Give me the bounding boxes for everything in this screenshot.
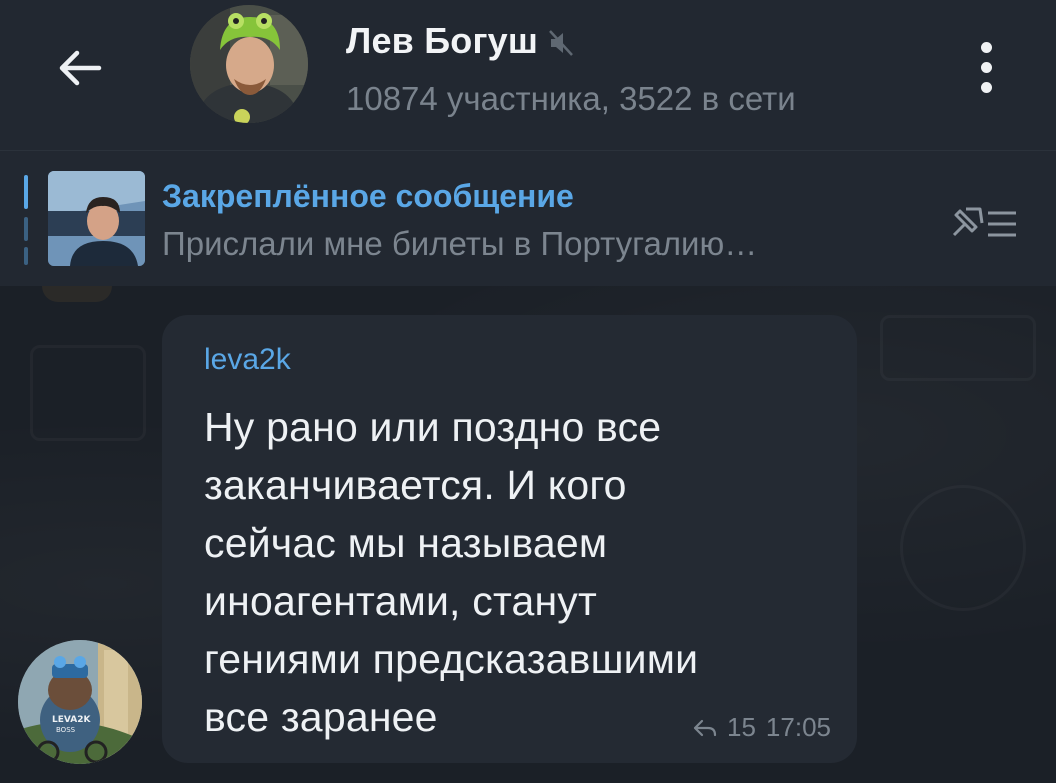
unpin-list-icon (952, 207, 1016, 237)
wallpaper-pattern (900, 485, 1026, 611)
chat-title: Лев Богуш (346, 20, 539, 61)
back-button[interactable] (50, 38, 110, 98)
pinned-indicator (24, 247, 28, 265)
message-time: 17:05 (765, 712, 831, 742)
pinned-message-bar[interactable]: Закреплённое сообщение Прислали мне биле… (0, 150, 1056, 286)
pinned-title: Закреплённое сообщение (162, 178, 574, 214)
replies-count[interactable]: 15 (727, 712, 756, 743)
muted-speaker-icon (549, 30, 574, 56)
chat-header: Лев Богуш 10874 участника, 3522 в сети (0, 0, 1056, 150)
svg-text:BOSS: BOSS (56, 726, 76, 734)
message-text: Ну рано или поздно все заканчивается. И … (204, 404, 699, 740)
pinned-preview-text: Прислали мне билеты в Португалию… (162, 225, 758, 262)
pinned-indicator (24, 217, 28, 241)
reply-arrow-icon (693, 719, 717, 736)
more-vertical-icon-dot (981, 82, 992, 93)
wallpaper-pattern (880, 315, 1036, 381)
pinned-indicator (24, 175, 28, 209)
pinned-thumbnail (48, 171, 145, 266)
arrow-left-icon (59, 50, 102, 86)
chat-avatar[interactable] (190, 5, 308, 123)
chat-members-status: 10874 участника, 3522 в сети (346, 80, 796, 117)
more-vertical-icon-dot (981, 62, 992, 73)
svg-text:LEVA2K: LEVA2K (52, 715, 91, 725)
pinned-photo (48, 171, 145, 266)
chat-title-row[interactable]: Лев Богуш (346, 20, 574, 62)
unpin-list-button[interactable] (946, 199, 1026, 249)
chat-screen: Лев Богуш 10874 участника, 3522 в сети З… (0, 0, 1056, 783)
sender-avatar[interactable]: LEVA2K BOSS (18, 640, 142, 764)
wallpaper-pattern (30, 345, 146, 441)
previous-avatar-fragment (42, 286, 112, 302)
message-sender[interactable]: leva2k (204, 343, 291, 377)
avatar-photo (190, 5, 308, 123)
sender-avatar-image: LEVA2K BOSS (18, 640, 142, 764)
message-meta: 15 17:05 (693, 712, 831, 743)
message-bubble[interactable]: leva2k Ну рано или поздно все заканчивае… (162, 315, 857, 763)
more-menu-button[interactable] (970, 40, 1006, 96)
more-vertical-icon (981, 42, 992, 53)
